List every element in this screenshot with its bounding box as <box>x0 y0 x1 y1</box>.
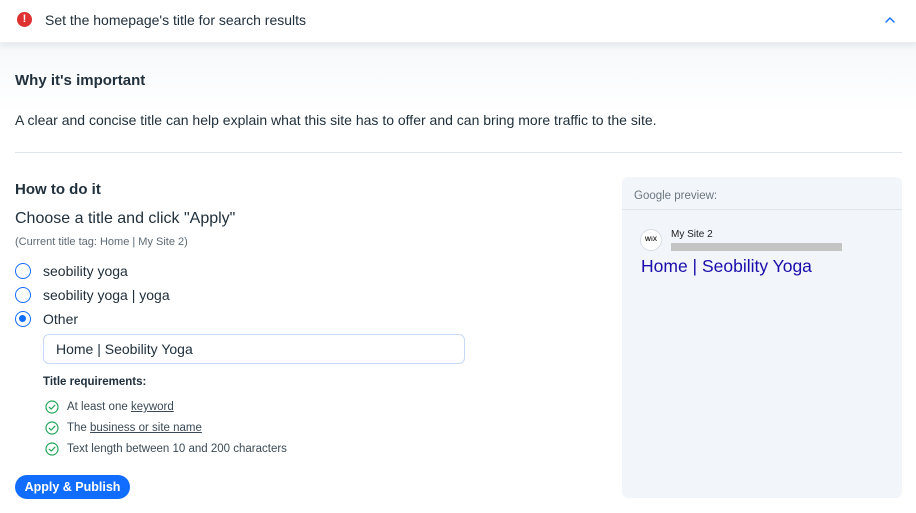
radio-button[interactable] <box>15 263 31 279</box>
radio-label: seobility yoga | yoga <box>43 287 170 303</box>
section-divider <box>15 152 902 153</box>
apply-publish-button[interactable]: Apply & Publish <box>15 475 130 499</box>
radio-label: seobility yoga <box>43 263 128 279</box>
preview-page-title: Home | Seobility Yoga <box>641 256 812 276</box>
choose-title-instruction: Choose a title and click "Apply" <box>15 210 236 227</box>
requirement-text: Text length between 10 and 200 character… <box>67 443 287 455</box>
error-icon: ! <box>17 12 32 27</box>
check-circle-icon <box>45 421 59 435</box>
radio-button[interactable] <box>15 287 31 303</box>
requirement-text: At least one keyword <box>67 401 174 413</box>
why-heading: Why it's important <box>15 72 146 89</box>
radio-button-selected[interactable] <box>15 311 31 327</box>
business-name-link[interactable]: business or site name <box>90 422 202 434</box>
why-description: A clear and concise title can help expla… <box>15 112 657 128</box>
custom-title-input[interactable] <box>43 334 465 364</box>
preview-divider <box>622 209 902 210</box>
how-heading: How to do it <box>15 181 101 198</box>
task-header[interactable]: ! Set the homepage's title for search re… <box>0 0 916 43</box>
site-favicon: WiX <box>640 229 662 251</box>
radio-label: Other <box>43 311 79 327</box>
check-circle-icon <box>45 400 59 414</box>
preview-label: Google preview: <box>634 190 718 202</box>
check-circle-icon <box>45 442 59 456</box>
task-title: Set the homepage's title for search resu… <box>45 12 307 28</box>
requirement-text: The business or site name <box>67 422 202 434</box>
preview-url-placeholder <box>671 243 842 251</box>
keyword-link[interactable]: keyword <box>131 401 174 413</box>
preview-site-name: My Site 2 <box>671 229 713 240</box>
current-title-tag: (Current title tag: Home | My Site 2) <box>15 236 188 248</box>
chevron-up-icon[interactable] <box>883 13 897 27</box>
google-preview-panel: Google preview: WiX My Site 2 Home | Seo… <box>622 177 902 498</box>
requirements-heading: Title requirements: <box>43 376 147 388</box>
